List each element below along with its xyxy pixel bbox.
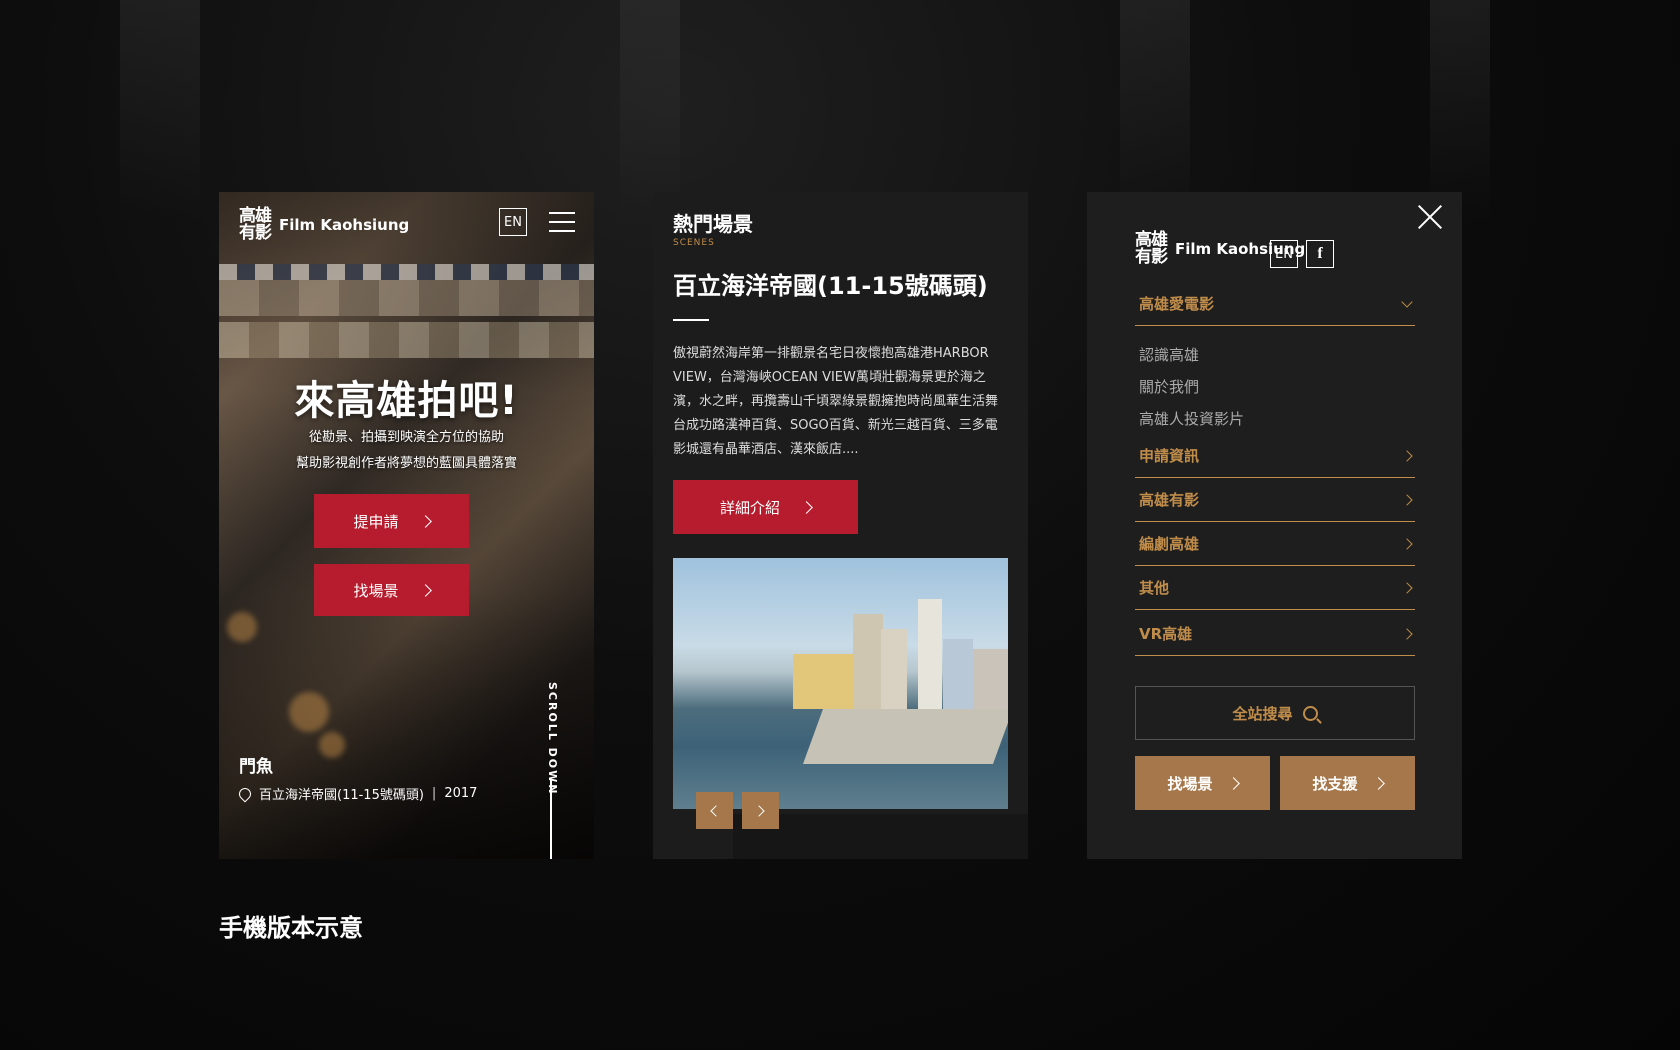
site-logo[interactable]: 高雄有影 Film Kaohsiung — [239, 208, 409, 242]
section-title: 熱門場景 — [673, 212, 753, 236]
menu-item-screenwriting[interactable]: 編劇高雄 — [1135, 522, 1415, 566]
photo-street-sign — [219, 280, 594, 316]
chevron-right-icon — [1401, 449, 1413, 462]
background-streak — [1120, 0, 1190, 220]
background-streak — [1430, 0, 1490, 220]
film-location: 百立海洋帝國(11-15號碼頭) — [259, 788, 424, 803]
film-year: 2017 — [444, 786, 478, 801]
find-scene-button[interactable]: 找場景 — [1135, 756, 1270, 810]
menu-item-film-kaohsiung[interactable]: 高雄有影 — [1135, 478, 1415, 522]
film-meta: 百立海洋帝國(11-15號碼頭) | 2017 — [236, 784, 478, 803]
find-scene-button-label: 找場景 — [353, 581, 399, 600]
logo-zh: 高雄有影 — [239, 206, 272, 243]
menu-item-label: VR高雄 — [1139, 625, 1193, 643]
background-streak — [120, 0, 200, 220]
close-icon[interactable] — [1417, 204, 1443, 230]
chevron-left-icon — [710, 804, 722, 817]
film-title: 門魚 — [239, 757, 273, 777]
chevron-right-icon — [1401, 581, 1413, 594]
hamburger-icon[interactable] — [549, 212, 575, 232]
chevron-right-icon — [800, 500, 813, 514]
search-label: 全站搜尋 — [1232, 704, 1293, 723]
photo-bokeh — [289, 692, 329, 732]
find-scene-button[interactable]: 找場景 — [314, 564, 469, 616]
scroll-down-line — [550, 780, 552, 859]
photo-building — [793, 654, 853, 709]
menu-item-label: 高雄愛電影 — [1139, 295, 1215, 313]
chevron-right-icon — [1371, 776, 1385, 790]
carousel-prev-button[interactable] — [696, 792, 733, 829]
section-subtitle: SCENES — [673, 238, 715, 248]
detail-button[interactable]: 詳細介紹 — [673, 480, 858, 534]
search-icon — [1302, 705, 1318, 721]
chevron-right-icon — [418, 583, 432, 597]
photo-building — [918, 599, 942, 709]
language-button[interactable]: EN — [499, 208, 527, 236]
chevron-right-icon — [753, 804, 765, 817]
find-scene-button-label: 找場景 — [1167, 774, 1213, 793]
title-divider — [673, 319, 709, 321]
photo-canopy — [219, 264, 594, 280]
apply-button[interactable]: 提申請 — [314, 494, 469, 548]
submenu-item-know-kaohsiung[interactable]: 認識高雄 — [1139, 344, 1199, 365]
mobile-scenes-screen: 熱門場景 SCENES 百立海洋帝國(11-15號碼頭) 傲視蔚然海岸第一排觀景… — [653, 192, 1028, 859]
chevron-right-icon — [1401, 537, 1413, 550]
page-caption: 手機版本示意 — [219, 914, 363, 942]
menu-item-vr[interactable]: VR高雄 — [1135, 612, 1415, 656]
carousel-next-button[interactable] — [742, 792, 779, 829]
photo-building — [853, 614, 883, 709]
photo-building — [943, 639, 973, 709]
scene-photo[interactable] — [673, 558, 1008, 809]
chevron-right-icon — [1226, 776, 1240, 790]
hero-title: 來高雄拍吧! — [294, 378, 519, 424]
chevron-right-icon — [418, 514, 432, 528]
menu-item-label: 申請資訊 — [1139, 447, 1200, 465]
facebook-icon[interactable]: f — [1306, 240, 1334, 268]
scene-title: 百立海洋帝國(11-15號碼頭) — [673, 272, 988, 300]
location-pin-icon — [236, 785, 254, 802]
scene-description: 傲視蔚然海岸第一排觀景名宅日夜懷抱高雄港HARBOR VIEW，台灣海峽OCEA… — [673, 346, 999, 457]
submenu-item-investment-films[interactable]: 高雄人投資影片 — [1139, 408, 1244, 429]
photo-pier — [802, 709, 1008, 764]
menu-item-love-film[interactable]: 高雄愛電影 — [1135, 282, 1415, 326]
find-support-button[interactable]: 找支援 — [1280, 756, 1415, 810]
meta-divider: | — [431, 786, 437, 801]
menu-item-other[interactable]: 其他 — [1135, 566, 1415, 610]
logo-en-text: Film Kaohsiung — [279, 215, 410, 234]
submenu-item-about-us[interactable]: 關於我們 — [1139, 376, 1199, 397]
menu-item-label: 高雄有影 — [1139, 491, 1200, 509]
logo-en: Film Kaohsiung — [279, 215, 410, 234]
mobile-menu-screen: 高雄有影 Film Kaohsiung EN f 高雄愛電影 認識高雄 關於我們… — [1087, 192, 1462, 859]
chevron-right-icon — [1401, 627, 1413, 640]
logo-zh: 高雄有影 — [1135, 230, 1168, 267]
photo-building — [973, 649, 1008, 709]
photo-bokeh — [319, 732, 345, 758]
site-search-button[interactable]: 全站搜尋 — [1135, 686, 1415, 740]
hero-subtitle-line1: 從勘景、拍攝到映演全方位的協助 — [308, 430, 504, 445]
hero-subtitle-line2: 幫助影視創作者將夢想的藍圖具體落實 — [295, 456, 517, 471]
menu-item-application-info[interactable]: 申請資訊 — [1135, 434, 1415, 478]
detail-button-label: 詳細介紹 — [719, 498, 780, 517]
photo-building — [881, 629, 907, 709]
background-streak — [620, 0, 680, 220]
menu-item-label: 編劇高雄 — [1139, 535, 1200, 553]
language-button[interactable]: EN — [1270, 240, 1298, 268]
photo-street-sign — [219, 322, 594, 358]
scroll-down-label[interactable]: SCROLL DOWN — [546, 682, 559, 796]
photo-bokeh — [227, 612, 257, 642]
find-support-button-label: 找支援 — [1312, 774, 1358, 793]
mobile-home-screen: 高雄有影 Film Kaohsiung EN 來高雄拍吧! 從勘景、拍攝到映演全… — [219, 192, 594, 859]
chevron-down-icon — [1401, 295, 1413, 308]
apply-button-label: 提申請 — [353, 512, 399, 531]
menu-item-label: 其他 — [1139, 579, 1170, 597]
chevron-right-icon — [1401, 493, 1413, 506]
